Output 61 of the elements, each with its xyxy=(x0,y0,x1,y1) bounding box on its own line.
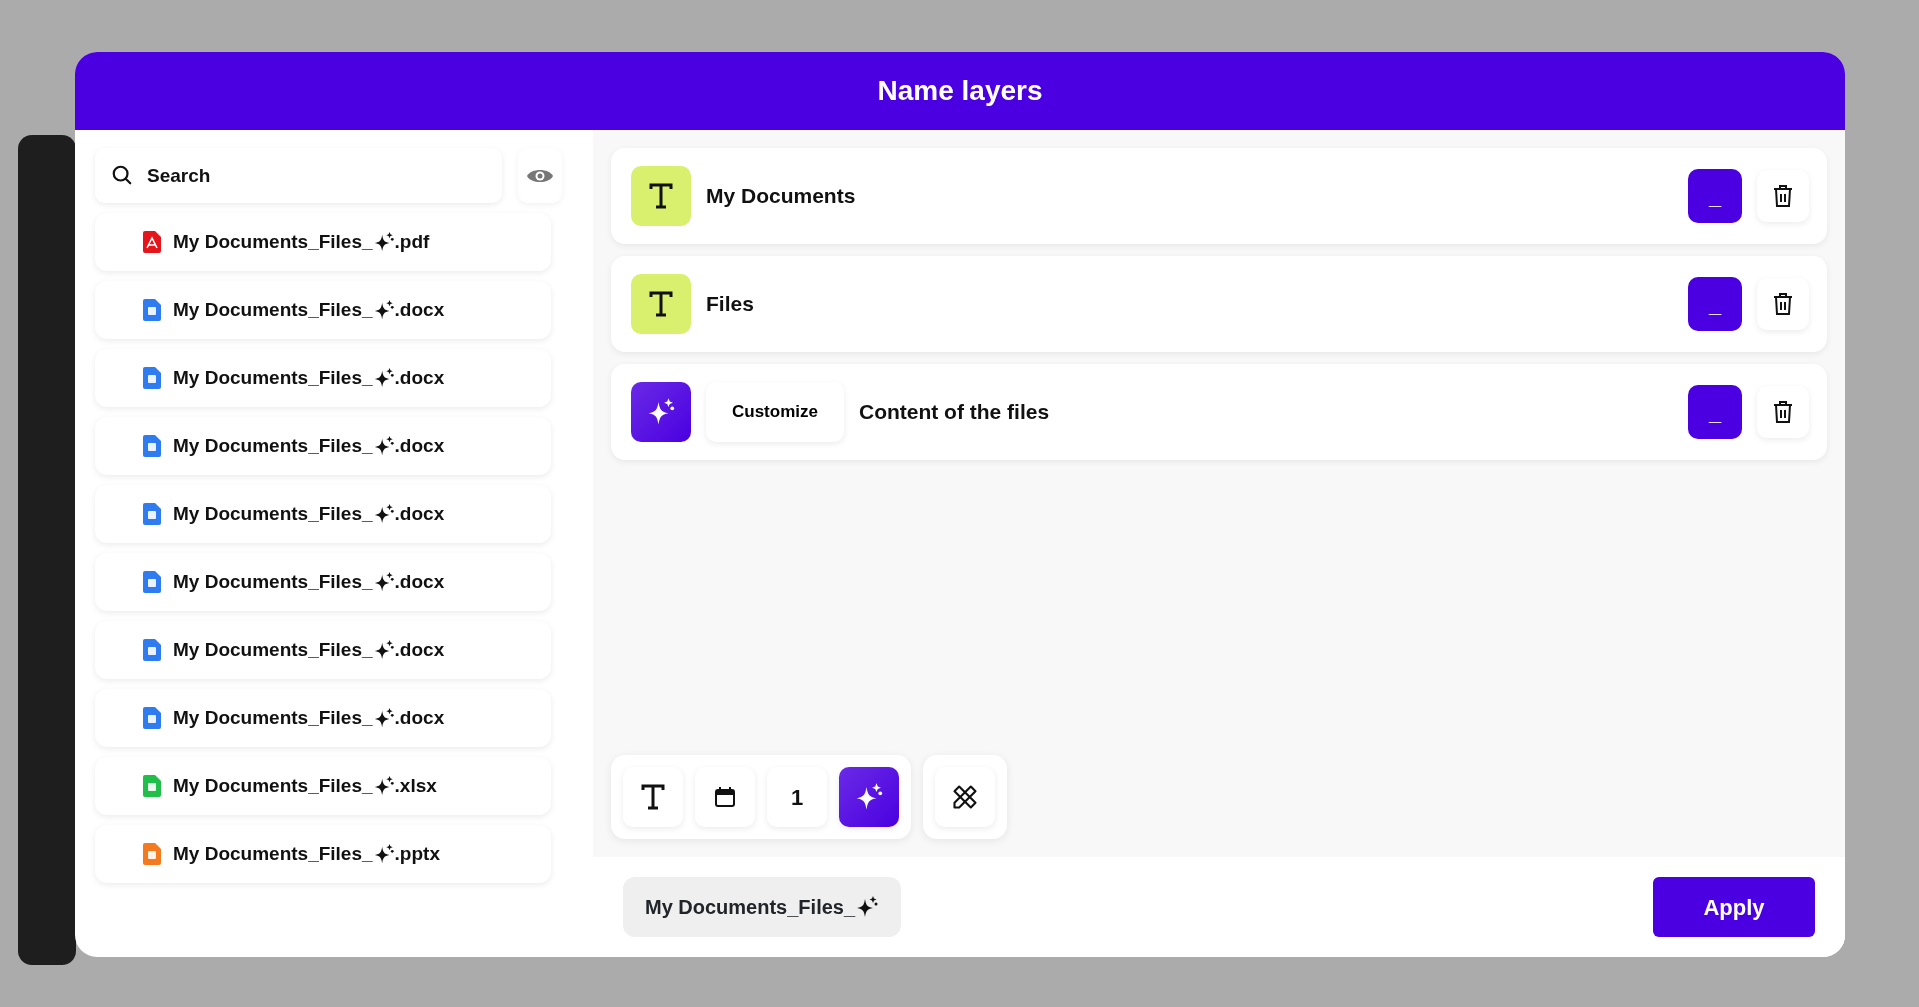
sparkle-icon xyxy=(646,397,676,427)
layer-label: Content of the files xyxy=(858,399,1050,426)
document-file-icon xyxy=(143,503,161,525)
pencil-ruler-icon xyxy=(951,783,979,811)
file-item[interactable]: My Documents_Files_ .xlsx xyxy=(95,757,551,815)
document-file-icon xyxy=(143,775,161,797)
file-name: My Documents_Files_ .pdf xyxy=(173,229,430,255)
file-name: My Documents_Files_ .xlsx xyxy=(173,773,437,799)
layer-label: Files xyxy=(706,291,754,318)
file-name: My Documents_Files_ .pptx xyxy=(173,841,440,867)
calendar-icon xyxy=(714,786,736,808)
file-name: My Documents_Files_ .docx xyxy=(173,569,445,595)
serif-t-icon xyxy=(648,290,674,318)
layer-label: My Documents xyxy=(706,183,856,210)
file-name: My Documents_Files_ .docx xyxy=(173,705,445,731)
document-file-icon xyxy=(143,571,161,593)
number-token-button[interactable]: 1 xyxy=(767,767,827,827)
delete-button[interactable] xyxy=(1757,278,1809,330)
trash-icon xyxy=(1772,400,1794,424)
file-name: My Documents_Files_ .docx xyxy=(173,637,445,663)
ai-token-button[interactable] xyxy=(839,767,899,827)
document-file-icon xyxy=(143,707,161,729)
pencil-ruler-button[interactable] xyxy=(935,767,995,827)
separator-button[interactable]: _ xyxy=(1688,277,1742,331)
document-file-icon xyxy=(143,299,161,321)
search-field[interactable]: Search xyxy=(95,148,502,203)
search-icon xyxy=(111,164,133,186)
file-name: My Documents_Files_ .docx xyxy=(173,433,445,459)
visibility-toggle[interactable] xyxy=(518,148,562,203)
file-item[interactable]: My Documents_Files_ .pptx xyxy=(95,825,551,883)
document-file-icon xyxy=(143,843,161,865)
delete-button[interactable] xyxy=(1757,386,1809,438)
delete-button[interactable] xyxy=(1757,170,1809,222)
file-item[interactable]: My Documents_Files_ .docx xyxy=(95,689,551,747)
file-item[interactable]: My Documents_Files_ .docx xyxy=(95,417,551,475)
date-token-button[interactable] xyxy=(695,767,755,827)
separator-button[interactable]: _ xyxy=(1688,385,1742,439)
file-item[interactable]: My Documents_Files_ .pdf xyxy=(95,213,551,271)
file-item[interactable]: My Documents_Files_ .docx xyxy=(95,281,551,339)
sparkle-icon xyxy=(854,782,884,812)
serif-t-icon xyxy=(648,182,674,210)
file-item[interactable]: My Documents_Files_ .docx xyxy=(95,485,551,543)
preview-text: My Documents_Files_ xyxy=(645,895,856,920)
apply-button[interactable]: Apply xyxy=(1653,877,1815,937)
trash-icon xyxy=(1772,184,1794,208)
document-file-icon xyxy=(143,639,161,661)
file-name: My Documents_Files_ .docx xyxy=(173,365,445,391)
separator-button[interactable]: _ xyxy=(1688,169,1742,223)
file-name: My Documents_Files_ .docx xyxy=(173,501,445,527)
trash-icon xyxy=(1772,292,1794,316)
file-item[interactable]: My Documents_Files_ .docx xyxy=(95,621,551,679)
pdf-file-icon xyxy=(143,231,161,253)
serif-t-icon xyxy=(640,783,666,811)
document-file-icon xyxy=(143,435,161,457)
file-item[interactable]: My Documents_Files_ .docx xyxy=(95,553,551,611)
customize-button[interactable]: Customize xyxy=(706,382,844,442)
file-name: My Documents_Files_ .docx xyxy=(173,297,445,323)
document-file-icon xyxy=(143,367,161,389)
dialog-title: Name layers xyxy=(877,74,1043,108)
text-token-button[interactable] xyxy=(623,767,683,827)
file-item[interactable]: My Documents_Files_ .docx xyxy=(95,349,551,407)
